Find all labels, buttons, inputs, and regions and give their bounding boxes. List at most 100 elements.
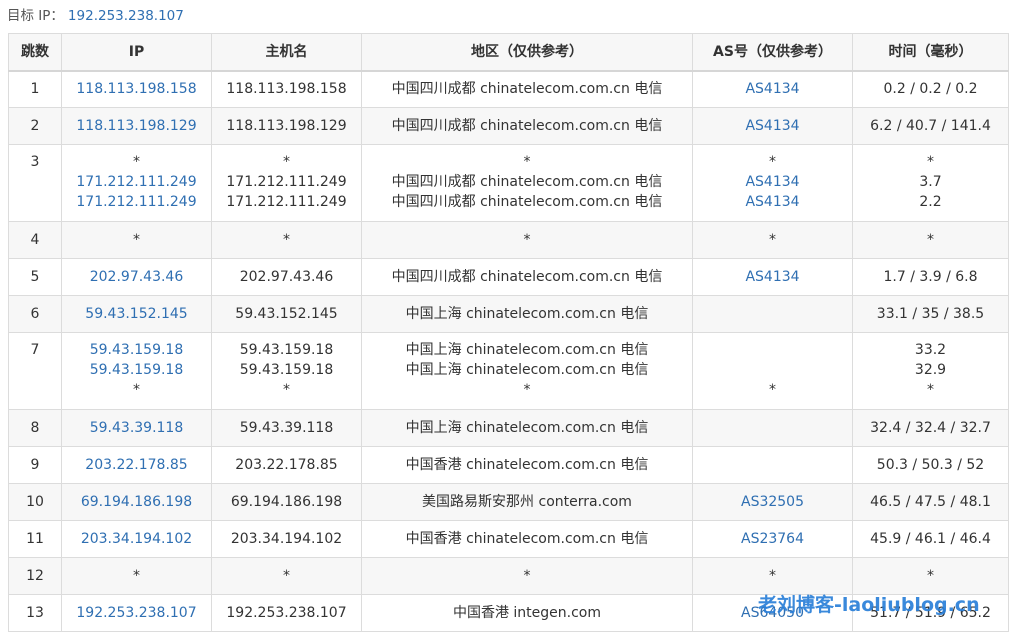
cell-region: 中国香港 integen.com [361,594,693,632]
cell-region-value: 中国香港 chinatelecom.com.cn 电信 [405,531,649,547]
ip-link[interactable]: 203.22.178.85 [66,455,207,475]
cell-time: 33.1 / 35 / 38.5 [852,295,1009,333]
cell-hop: 5 [8,258,62,296]
cell-time-value: 6.2 / 40.7 / 141.4 [870,118,991,134]
cell-hostname: 118.113.198.158 [211,70,362,108]
cell-region-value: 中国上海 chinatelecom.com.cn 电信 [405,362,649,378]
cell-ip: 59.43.39.118 [61,409,212,447]
cell-hostname-value: * [283,232,290,248]
cell-time-value: 32.9 [914,362,947,378]
cell-as: AS23764 [692,520,853,558]
cell-ip: 118.113.198.158 [61,70,212,108]
as-link[interactable]: AS32505 [697,492,848,512]
cell-hop: 4 [8,221,62,259]
as-link[interactable]: AS64050 [697,603,848,623]
cell-hostname-value: * [283,382,290,398]
table-row: 3 * 171.212.111.249 171.212.111.249 * 171.212… [8,144,1009,222]
as-link: * [769,232,776,248]
cell-hostname-value: 118.113.198.129 [226,118,347,134]
cell-region-value: 中国上海 chinatelecom.com.cn 电信 [405,342,649,358]
cell-region: 中国上海 chinatelecom.com.cn 电信 中国上海 chinatel… [361,332,693,410]
traceroute-table: 跳数 IP 主机名 地区（仅供参考） AS号（仅供参考） 时间（毫秒） 1 118… [8,33,1009,632]
header-ip: IP [61,33,212,72]
cell-ip: * [61,557,212,595]
table-row: 7 59.43.159.18 59.43.159.18 * 59.43.159.18 59… [8,332,1009,410]
ip-link[interactable]: 118.113.198.129 [66,116,207,136]
target-ip-line: 目标 IP： 192.253.238.107 [7,7,184,25]
cell-time: * [852,221,1009,259]
cell-region-value: * [523,154,531,170]
target-ip-value: 192.253.238.107 [67,8,184,24]
cell-hostname-value: 192.253.238.107 [226,605,347,621]
cell-as: AS64050 [692,594,853,632]
as-link: * [769,568,776,584]
cell-ip: 202.97.43.46 [61,258,212,296]
ip-link[interactable]: 171.212.111.249 [66,172,207,192]
cell-hop: 6 [8,295,62,333]
ip-link[interactable]: 118.113.198.158 [66,79,207,99]
cell-ip: 118.113.198.129 [61,107,212,145]
cell-time-value: * [927,232,934,248]
as-link[interactable]: AS4134 [697,116,848,136]
ip-link: * [133,382,140,398]
as-link[interactable]: AS4134 [697,172,848,192]
ip-link[interactable]: 202.97.43.46 [66,267,207,287]
cell-hostname-value: 118.113.198.158 [226,81,347,98]
cell-hop: 3 [8,144,62,222]
cell-hostname: * [211,557,362,595]
cell-as: AS32505 [692,483,853,521]
header-time: 时间（毫秒） [852,33,1009,72]
as-link: * [769,154,776,170]
cell-hop: 8 [8,409,62,447]
cell-as: AS4134 [692,70,853,108]
cell-region-value: 中国四川成都 chinatelecom.com.cn 电信 [391,269,663,285]
ip-link[interactable]: 59.43.159.18 [66,360,207,380]
cell-hostname-value: 69.194.186.198 [230,494,343,510]
cell-time: * 3.7 2.2 [852,144,1009,222]
cell-time: 46.5 / 47.5 / 48.1 [852,483,1009,521]
cell-hop: 1 [8,70,62,108]
cell-hostname: 59.43.152.145 [211,295,362,333]
as-link[interactable]: AS23764 [697,529,848,549]
as-link: * [769,382,776,398]
ip-link[interactable]: 59.43.152.145 [66,304,207,324]
cell-time-value: 50.3 / 50.3 / 52 [876,457,985,473]
table-body: 1 118.113.198.158 118.113.198.158 中国四川成都 ch… [8,70,1009,632]
cell-region-value: 中国上海 chinatelecom.com.cn 电信 [405,420,649,436]
cell-time-value: 32.4 / 32.4 / 32.7 [870,420,991,436]
ip-link[interactable]: 203.34.194.102 [66,529,207,549]
cell-region-value: * [523,382,531,398]
cell-region-value: 美国路易斯安那州 conterra.com [422,494,632,510]
cell-as: * [692,557,853,595]
ip-link[interactable]: 59.43.39.118 [66,418,207,438]
cell-time: 0.2 / 0.2 / 0.2 [852,70,1009,108]
table-row: 9 203.22.178.85 203.22.178.85 中国香港 chinatel… [8,446,1009,484]
cell-time-value: 33.1 / 35 / 38.5 [876,306,985,322]
cell-as: AS4134 [692,258,853,296]
cell-hop: 2 [8,107,62,145]
cell-as: * [692,221,853,259]
cell-region-value: 中国四川成都 chinatelecom.com.cn 电信 [391,174,663,190]
as-link[interactable]: AS4134 [697,267,848,287]
as-link [697,360,848,380]
ip-link[interactable]: 171.212.111.249 [66,192,207,212]
as-link[interactable]: AS4134 [697,192,848,212]
cell-region: 中国四川成都 chinatelecom.com.cn 电信 [361,70,693,108]
as-link[interactable]: AS4134 [697,79,848,99]
header-hostname: 主机名 [211,33,362,72]
cell-time-value: 51.7 / 51.9 / 65.2 [870,605,991,621]
cell-ip: 203.22.178.85 [61,446,212,484]
cell-time: 32.4 / 32.4 / 32.7 [852,409,1009,447]
ip-link[interactable]: 59.43.159.18 [66,340,207,360]
cell-hostname-value: * [283,568,290,584]
cell-region-value: 中国四川成都 chinatelecom.com.cn 电信 [391,118,663,134]
ip-link[interactable]: 192.253.238.107 [66,603,207,623]
cell-region-value: 中国香港 integen.com [452,605,602,621]
header-as: AS号（仅供参考） [692,33,853,72]
ip-link[interactable]: 69.194.186.198 [66,492,207,512]
cell-region: 中国四川成都 chinatelecom.com.cn 电信 [361,258,693,296]
cell-region-value: 中国四川成都 chinatelecom.com.cn 电信 [391,194,663,210]
as-link [697,304,848,324]
table-row: 1 118.113.198.158 118.113.198.158 中国四川成都 ch… [8,70,1009,108]
table-row: 5 202.97.43.46 202.97.43.46 中国四川成都 chinatel… [8,258,1009,296]
